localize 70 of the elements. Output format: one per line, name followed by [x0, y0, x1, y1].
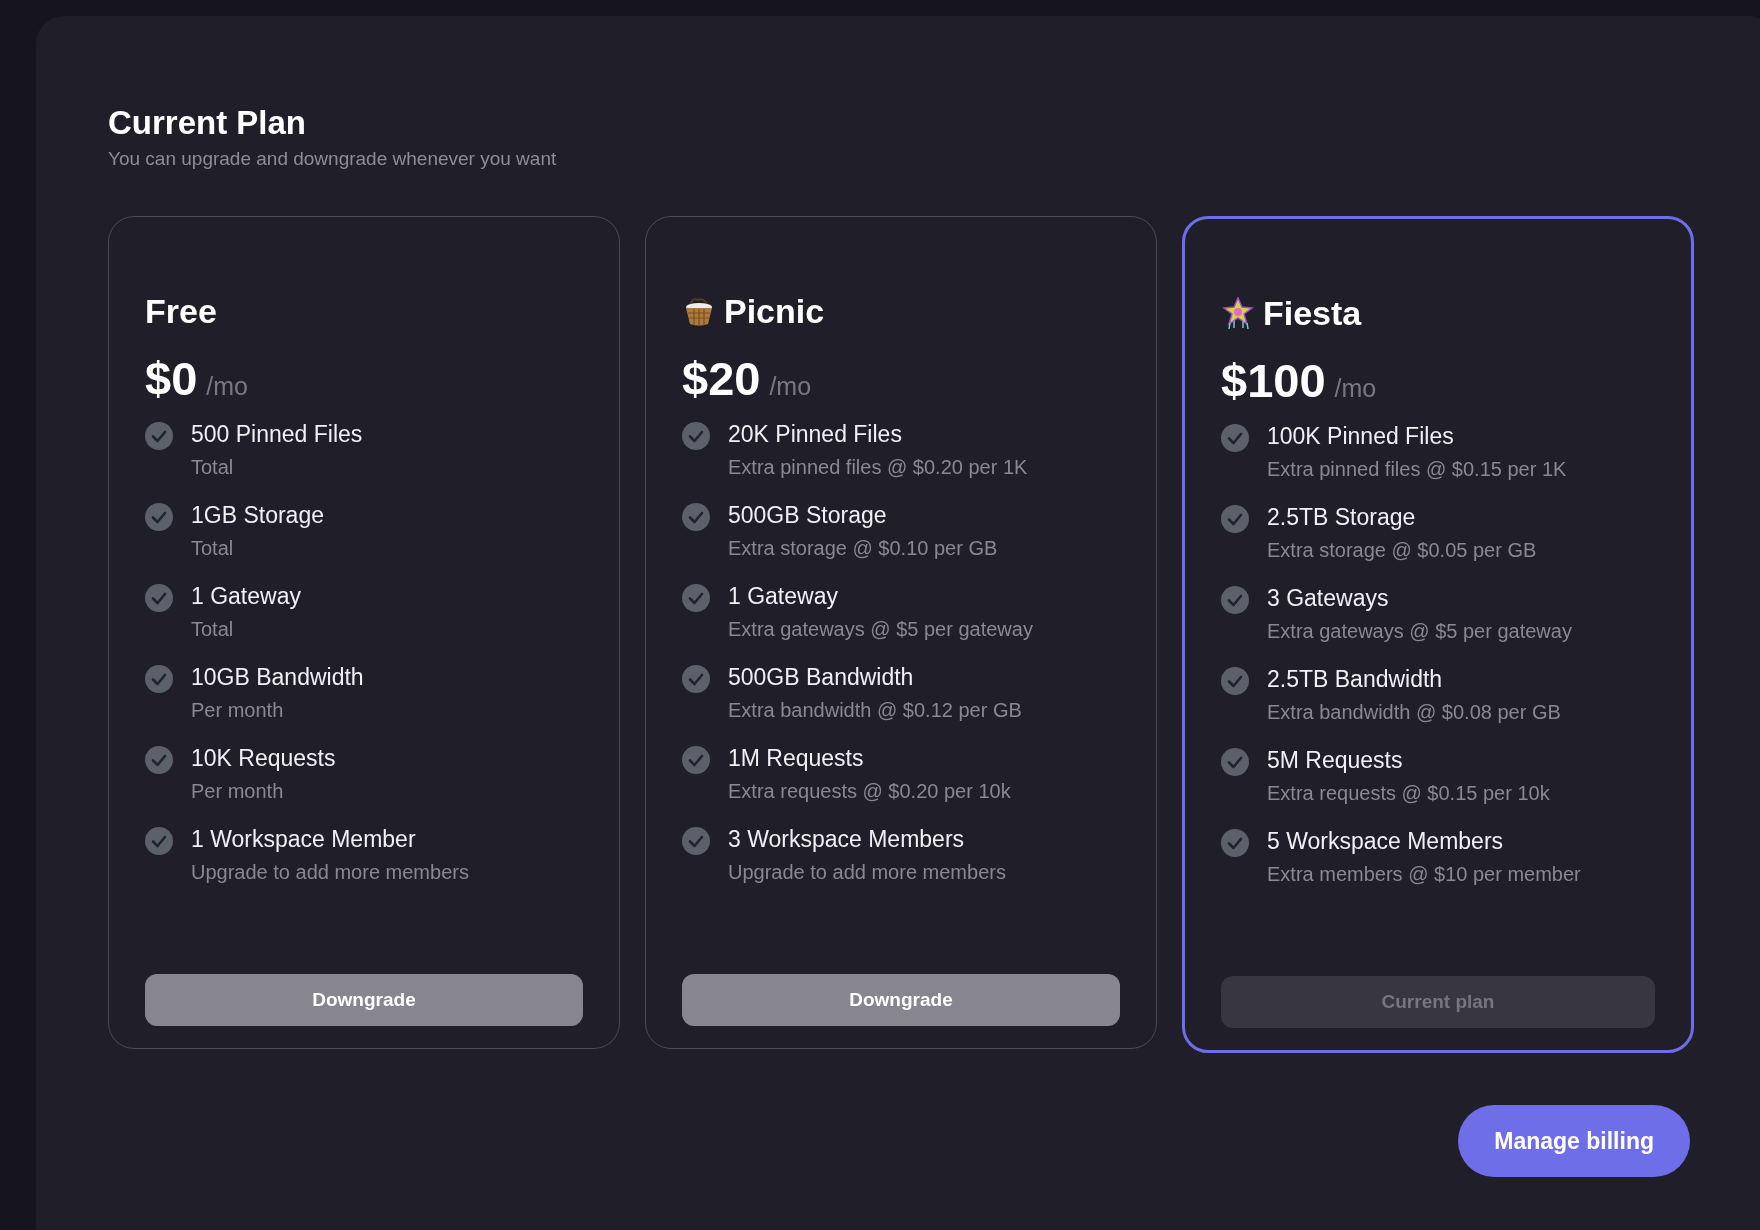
pinata-icon [1221, 295, 1255, 331]
feature-detail: Per month [191, 779, 285, 804]
feature-title: 500GB Storage [728, 501, 888, 530]
feature-title: 1GB Storage [191, 501, 324, 530]
plan-name: Free [145, 291, 217, 331]
feature-detail: Extra storage @ $0.05 per GB [1267, 538, 1537, 563]
check-icon [1221, 505, 1249, 533]
plan-price: $20 [682, 351, 761, 406]
feature-title: 100K Pinned Files [1267, 422, 1455, 451]
feature-title: 20K Pinned Files [728, 420, 903, 449]
feature-title: 3 Gateways [1267, 584, 1390, 613]
feature-detail: Extra gateways @ $5 per gateway [728, 617, 1033, 642]
feature-title: 10GB Bandwidth [191, 663, 364, 692]
plan-price: $100 [1221, 353, 1326, 408]
feature-title: 1 Gateway [191, 582, 301, 611]
feature-title: 5M Requests [1267, 746, 1404, 775]
check-icon [682, 422, 710, 450]
price-period: /mo [1334, 374, 1377, 403]
check-icon [1221, 748, 1249, 776]
check-icon [682, 827, 710, 855]
plan-name: Picnic [724, 291, 825, 331]
downgrade-button[interactable]: Downgrade [145, 974, 583, 1026]
feature-detail: Total [191, 617, 235, 642]
check-icon [1221, 586, 1249, 614]
feature-detail: Extra members @ $10 per member [1267, 862, 1581, 887]
page-subtitle: You can upgrade and downgrade whenever you want [108, 148, 558, 170]
feature-detail: Total [191, 455, 235, 480]
feature-detail: Extra bandwidth @ $0.08 per GB [1267, 700, 1561, 725]
downgrade-button[interactable]: Downgrade [682, 974, 1120, 1026]
check-icon [145, 827, 173, 855]
feature-detail: Extra storage @ $0.10 per GB [728, 536, 998, 561]
feature-title: 5 Workspace Members [1267, 827, 1505, 856]
feature-title: 1 Workspace Member [191, 825, 417, 854]
price-period: /mo [206, 372, 248, 401]
feature-detail: Extra requests @ $0.20 per 10k [728, 779, 1011, 804]
feature-title: 10K Requests [191, 744, 336, 773]
plan-price: $0 [145, 351, 198, 406]
feature-detail: Extra bandwidth @ $0.12 per GB [728, 698, 1022, 723]
manage-billing-button[interactable]: Manage billing [1458, 1105, 1690, 1177]
feature-title: 3 Workspace Members [728, 825, 966, 854]
check-icon [145, 665, 173, 693]
check-icon [682, 584, 710, 612]
feature-detail: Upgrade to add more members [728, 860, 1006, 885]
feature-detail: Per month [191, 698, 285, 723]
current-plan-button: Current plan [1221, 976, 1655, 1028]
feature-title: 500GB Bandwidth [728, 663, 915, 692]
feature-detail: Upgrade to add more members [191, 860, 469, 885]
feature-title: 1 Gateway [728, 582, 839, 611]
page-title: Current Plan [108, 104, 308, 142]
feature-detail: Extra requests @ $0.15 per 10k [1267, 781, 1550, 806]
check-icon [145, 503, 173, 531]
check-icon [145, 746, 173, 774]
check-icon [1221, 829, 1249, 857]
feature-detail: Extra pinned files @ $0.20 per 1K [728, 455, 1028, 480]
check-icon [1221, 667, 1249, 695]
check-icon [682, 746, 710, 774]
check-icon [682, 503, 710, 531]
price-period: /mo [769, 372, 812, 401]
feature-title: 500 Pinned Files [191, 420, 363, 449]
feature-detail: Total [191, 536, 235, 561]
feature-detail: Extra pinned files @ $0.15 per 1K [1267, 457, 1567, 482]
check-icon [145, 422, 173, 450]
feature-title: 1M Requests [728, 744, 865, 773]
check-icon [145, 584, 173, 612]
check-icon [682, 665, 710, 693]
check-icon [1221, 424, 1249, 452]
feature-detail: Extra gateways @ $5 per gateway [1267, 619, 1572, 644]
feature-title: 2.5TB Bandwidth [1267, 665, 1444, 694]
feature-title: 2.5TB Storage [1267, 503, 1417, 532]
plan-name: Fiesta [1263, 293, 1362, 333]
